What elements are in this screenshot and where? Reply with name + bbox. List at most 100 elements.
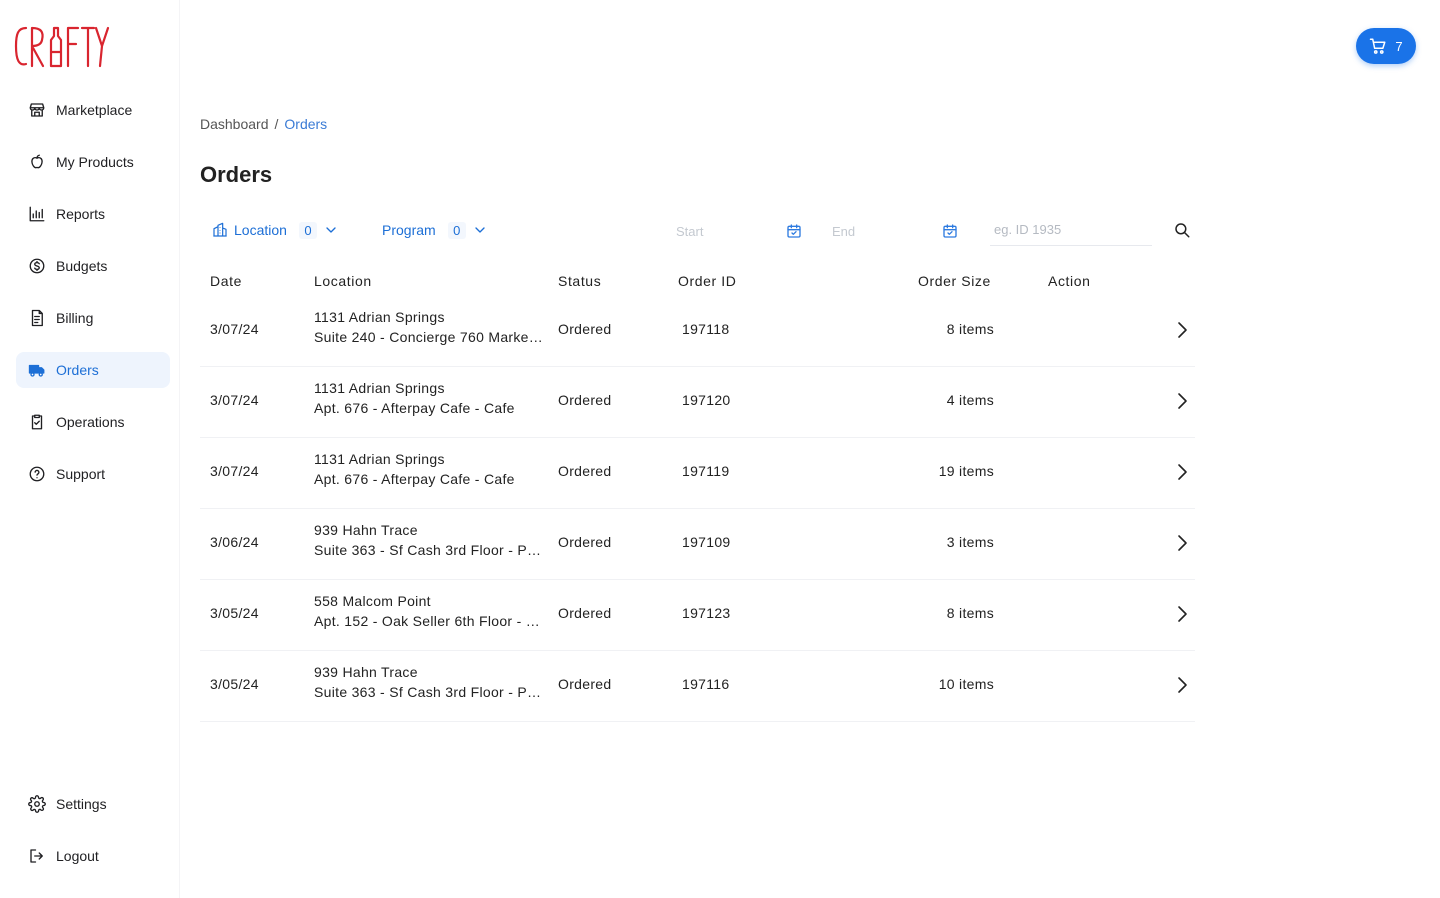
location-address: 939 Hahn Trace xyxy=(314,522,418,538)
sidebar-item-label: Logout xyxy=(56,848,99,864)
chevron-right-icon xyxy=(1178,322,1187,338)
cell-order-id: 197116 xyxy=(682,676,730,692)
crafty-logo[interactable] xyxy=(14,22,110,70)
program-filter-label: Program xyxy=(382,222,436,238)
cell-order-size: 10 items xyxy=(938,676,994,692)
sidebar-item-label: Orders xyxy=(56,362,99,378)
sidebar-item-operations[interactable]: Operations xyxy=(16,404,170,440)
sidebar-bottom-nav: Settings Logout xyxy=(16,786,170,890)
column-header-date: Date xyxy=(210,273,242,289)
sidebar-item-settings[interactable]: Settings xyxy=(16,786,170,822)
calendar-check-icon[interactable] xyxy=(786,223,802,239)
column-header-action: Action xyxy=(1048,273,1091,289)
cell-order-size: 3 items xyxy=(946,534,994,550)
row-open-button[interactable] xyxy=(1172,389,1192,413)
start-date-field[interactable] xyxy=(676,216,802,246)
sidebar-item-label: My Products xyxy=(56,154,134,170)
column-header-order-size: Order Size xyxy=(918,273,991,289)
breadcrumb-separator: / xyxy=(274,116,279,132)
cell-order-id: 197119 xyxy=(682,463,730,479)
order-search-field[interactable] xyxy=(990,214,1152,246)
row-open-button[interactable] xyxy=(1172,318,1192,342)
sidebar-item-billing[interactable]: Billing xyxy=(16,300,170,336)
column-header-status: Status xyxy=(558,273,602,289)
sidebar-item-logout[interactable]: Logout xyxy=(16,838,170,874)
calendar-check-icon[interactable] xyxy=(942,223,958,239)
orders-table: Date Location Status Order ID Order Size… xyxy=(200,266,1195,722)
cell-status: Ordered xyxy=(558,676,612,692)
location-address: 1131 Adrian Springs xyxy=(314,309,445,325)
sidebar-item-budgets[interactable]: Budgets xyxy=(16,248,170,284)
table-row[interactable]: 3/07/24 1131 Adrian Springs Apt. 676 - Aft… xyxy=(200,367,1195,438)
breadcrumb-dashboard-link[interactable]: Dashboard xyxy=(200,116,269,132)
end-date-field[interactable] xyxy=(832,216,958,246)
cart-button[interactable]: 7 xyxy=(1356,28,1416,64)
row-open-button[interactable] xyxy=(1172,673,1192,697)
end-date-input[interactable] xyxy=(832,223,942,239)
help-circle-icon xyxy=(28,465,46,483)
row-open-button[interactable] xyxy=(1172,602,1192,626)
location-filter-label: Location xyxy=(234,222,287,238)
chevron-right-icon xyxy=(1178,535,1187,551)
chevron-right-icon xyxy=(1178,393,1187,409)
sidebar: Marketplace My Products Reports Budgets Bill… xyxy=(0,0,180,898)
cell-location: 1131 Adrian Springs Suite 240 - Concierge… xyxy=(314,307,552,347)
store-icon xyxy=(28,101,46,119)
truck-icon xyxy=(28,361,46,379)
table-header: Date Location Status Order ID Order Size… xyxy=(200,266,1195,296)
table-row[interactable]: 3/05/24 558 Malcom Point Apt. 152 - Oak Se… xyxy=(200,580,1195,651)
row-open-button[interactable] xyxy=(1172,460,1192,484)
dollar-coin-icon xyxy=(28,257,46,275)
sidebar-item-marketplace[interactable]: Marketplace xyxy=(16,92,170,128)
location-filter-count: 0 xyxy=(298,221,317,239)
table-row[interactable]: 3/07/24 1131 Adrian Springs Apt. 676 - Aft… xyxy=(200,438,1195,509)
order-search-input[interactable] xyxy=(994,222,1144,237)
location-building-icon xyxy=(213,222,227,237)
sidebar-item-orders[interactable]: Orders xyxy=(16,352,170,388)
column-header-order-id: Order ID xyxy=(678,273,737,289)
table-body: 3/07/24 1131 Adrian Springs Suite 240 - Co… xyxy=(200,296,1195,722)
sidebar-item-label: Reports xyxy=(56,206,106,222)
location-detail: Suite 363 - Sf Cash 3rd Floor - P… xyxy=(314,542,542,558)
cell-date: 3/06/24 xyxy=(210,534,259,550)
location-address: 939 Hahn Trace xyxy=(314,664,418,680)
cart-count-badge: 7 xyxy=(1395,38,1403,54)
cell-order-id: 197118 xyxy=(682,321,730,337)
sidebar-item-label: Operations xyxy=(56,414,125,430)
cell-date: 3/05/24 xyxy=(210,676,259,692)
cell-status: Ordered xyxy=(558,605,612,621)
clipboard-check-icon xyxy=(28,413,46,431)
location-filter-button[interactable]: Location 0 xyxy=(212,216,339,244)
sidebar-item-label: Support xyxy=(56,466,106,482)
start-date-input[interactable] xyxy=(676,223,786,239)
cell-status: Ordered xyxy=(558,463,612,479)
cell-order-id: 197123 xyxy=(682,605,731,621)
chevron-down-icon xyxy=(475,227,485,233)
location-detail: Apt. 676 - Afterpay Cafe - Cafe xyxy=(314,400,515,416)
location-detail: Apt. 676 - Afterpay Cafe - Cafe xyxy=(314,471,515,487)
location-detail: Suite 240 - Concierge 760 Marke… xyxy=(314,329,544,345)
sidebar-item-my-products[interactable]: My Products xyxy=(16,144,170,180)
table-row[interactable]: 3/07/24 1131 Adrian Springs Suite 240 - Co… xyxy=(200,296,1195,367)
cart-icon xyxy=(1370,38,1386,54)
cell-order-id: 197120 xyxy=(682,392,731,408)
breadcrumb: Dashboard / Orders xyxy=(200,116,327,132)
cell-location: 1131 Adrian Springs Apt. 676 - Afterpay C… xyxy=(314,449,552,489)
sidebar-item-reports[interactable]: Reports xyxy=(16,196,170,232)
location-address: 1131 Adrian Springs xyxy=(314,451,445,467)
program-filter-button[interactable]: Program 0 xyxy=(382,216,488,244)
column-header-location: Location xyxy=(314,273,372,289)
table-row[interactable]: 3/05/24 939 Hahn Trace Suite 363 - Sf Cash… xyxy=(200,651,1195,722)
cell-order-id: 197109 xyxy=(682,534,731,550)
table-row[interactable]: 3/06/24 939 Hahn Trace Suite 363 - Sf Cash… xyxy=(200,509,1195,580)
sidebar-item-support[interactable]: Support xyxy=(16,456,170,492)
location-address: 1131 Adrian Springs xyxy=(314,380,445,396)
bar-chart-icon xyxy=(28,205,46,223)
cell-date: 3/05/24 xyxy=(210,605,259,621)
cell-order-size: 8 items xyxy=(946,605,994,621)
cell-status: Ordered xyxy=(558,392,612,408)
apple-icon xyxy=(28,153,46,171)
row-open-button[interactable] xyxy=(1172,531,1192,555)
search-button[interactable] xyxy=(1170,218,1194,242)
cell-order-size: 19 items xyxy=(938,463,994,479)
